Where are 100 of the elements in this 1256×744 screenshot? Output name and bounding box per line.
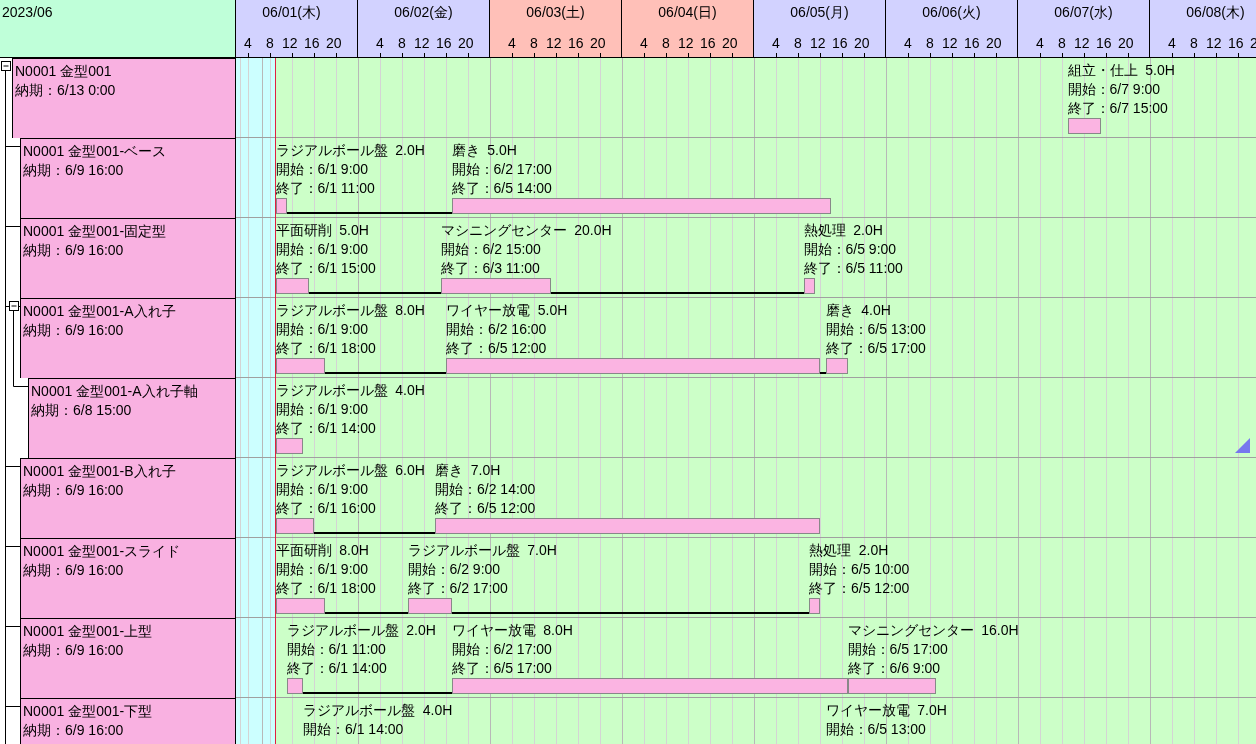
start-time: 開始：6/2 16:00 <box>446 320 548 339</box>
hour-label: 12 <box>942 35 958 51</box>
start-time: 開始：6/1 9:00 <box>275 320 370 339</box>
task-bar[interactable] <box>275 518 314 534</box>
item-name: N0001 金型001-B入れ子 <box>23 462 177 481</box>
collapse-button[interactable] <box>9 301 19 311</box>
task-bar[interactable] <box>435 518 820 534</box>
tree-node[interactable]: N0001 金型001-上型 納期：6/9 16:00 <box>20 618 236 698</box>
end-time: 終了：6/1 14:00 <box>286 659 388 678</box>
due-date: 納期：6/9 16:00 <box>23 721 125 740</box>
task-title: ラジアルボール盤 7.0H <box>407 541 557 560</box>
task-bar[interactable] <box>275 598 325 614</box>
task-title: 熱処理 2.0H <box>803 221 884 240</box>
task-bar[interactable] <box>275 278 309 294</box>
start-time: 開始：6/2 9:00 <box>407 560 502 579</box>
task-bar[interactable] <box>275 358 325 374</box>
end-time: 終了：6/2 17:00 <box>407 579 509 598</box>
hour-label: 8 <box>794 35 802 51</box>
task-title: ラジアルボール盤 8.0H <box>275 301 425 320</box>
hour-label: 4 <box>244 35 252 51</box>
task-title: ラジアルボール盤 2.0H <box>275 141 425 160</box>
hour-label: 20 <box>458 35 474 51</box>
item-name: N0001 金型001-A入れ子軸 <box>31 382 199 401</box>
date-label: 06/04(日) <box>657 4 718 22</box>
end-time: 終了：6/6 9:00 <box>847 659 942 678</box>
tree-node[interactable]: N0001 金型001-B入れ子 納期：6/9 16:00 <box>20 458 236 538</box>
end-time: 終了：6/1 15:00 <box>275 259 376 278</box>
date-label: 06/08(木) <box>1185 4 1246 22</box>
task-bar[interactable] <box>407 598 452 614</box>
hour-label: 20 <box>326 35 342 51</box>
item-name: N0001 金型001 <box>15 62 113 81</box>
tree-node[interactable]: N0001 金型001-固定型 納期：6/9 16:00 <box>20 218 236 298</box>
start-time: 開始：6/5 10:00 <box>809 560 910 579</box>
task-bar[interactable] <box>446 358 820 374</box>
hour-label: 8 <box>926 35 934 51</box>
start-time: 開始：6/5 13:00 <box>825 320 926 339</box>
tree-node[interactable]: N0001 金型001 納期：6/13 0:00 <box>12 58 236 138</box>
start-time: 開始：6/1 9:00 <box>275 480 370 499</box>
hour-label: 16 <box>832 35 848 51</box>
task-bar[interactable] <box>275 438 303 454</box>
task-bar[interactable] <box>451 198 831 214</box>
hour-label: 16 <box>568 35 584 51</box>
due-date: 納期：6/9 16:00 <box>23 321 125 340</box>
end-time: 終了：6/1 14:00 <box>275 419 377 438</box>
tree-node[interactable]: N0001 金型001-スライド 納期：6/9 16:00 <box>20 538 236 618</box>
start-time: 開始：6/1 11:00 <box>286 640 387 659</box>
end-time: 終了：6/5 11:00 <box>803 259 903 278</box>
hour-label: 20 <box>590 35 606 51</box>
task-bar[interactable] <box>1067 118 1101 134</box>
task-title: 熱処理 2.0H <box>809 541 890 560</box>
hour-label: 8 <box>398 35 406 51</box>
task-bar[interactable] <box>803 278 815 294</box>
date-label: 06/03(土) <box>525 4 586 22</box>
due-date: 納期：6/9 16:00 <box>23 481 125 500</box>
start-time: 開始：6/2 17:00 <box>451 640 553 659</box>
hour-label: 4 <box>904 35 912 51</box>
tree-node[interactable]: N0001 金型001-下型 納期：6/9 16:00 <box>20 698 236 744</box>
tree-node[interactable]: N0001 金型001-A入れ子軸 納期：6/8 15:00 <box>28 378 236 458</box>
end-time: 終了：6/1 18:00 <box>275 579 376 598</box>
start-time: 開始：6/1 9:00 <box>275 240 370 259</box>
task-bar[interactable] <box>825 358 848 374</box>
task-bar[interactable] <box>847 678 936 694</box>
hour-label: 8 <box>1190 35 1198 51</box>
collapse-button[interactable] <box>1 61 11 71</box>
hour-label: 16 <box>436 35 452 51</box>
end-time: 終了：6/1 11:00 <box>275 179 376 198</box>
start-time: 開始：6/5 13:00 <box>825 720 927 739</box>
hour-label: 12 <box>678 35 694 51</box>
task-bar[interactable] <box>451 678 848 694</box>
task-bar[interactable] <box>440 278 551 294</box>
task-bar[interactable] <box>275 198 287 214</box>
start-time: 開始：6/1 14:00 <box>303 720 405 739</box>
due-date: 納期：6/9 16:00 <box>23 561 125 580</box>
end-time: 終了：6/5 12:00 <box>435 499 536 518</box>
date-label: 06/01(木) <box>261 4 322 22</box>
task-bar[interactable] <box>286 678 303 694</box>
hour-label: 12 <box>414 35 430 51</box>
task-title: ラジアルボール盤 2.0H <box>286 621 436 640</box>
end-time: 終了：6/5 12:00 <box>446 339 548 358</box>
item-name: N0001 金型001-下型 <box>23 702 154 721</box>
task-title: ワイヤー放電 8.0H <box>451 621 573 640</box>
start-time: 開始：6/2 14:00 <box>435 480 536 499</box>
task-title: マシニングセンター 20.0H <box>440 221 612 240</box>
tree-node[interactable]: N0001 金型001-ベース 納期：6/9 16:00 <box>20 138 236 218</box>
task-title: 平面研削 5.0H <box>275 221 370 240</box>
task-title: ラジアルボール盤 4.0H <box>303 701 453 720</box>
task-bar[interactable] <box>809 598 820 614</box>
item-name: N0001 金型001-上型 <box>23 622 154 641</box>
start-time: 開始：6/5 9:00 <box>803 240 898 259</box>
hour-label: 16 <box>304 35 320 51</box>
hour-label: 20 <box>854 35 870 51</box>
item-name: N0001 金型001-固定型 <box>23 222 168 241</box>
month-label: 2023/06 <box>2 4 53 20</box>
item-name: N0001 金型001-ベース <box>23 142 168 161</box>
hour-label: 20 <box>1118 35 1134 51</box>
date-label: 06/06(火) <box>921 4 982 22</box>
start-time: 開始：6/5 17:00 <box>847 640 949 659</box>
tree-node[interactable]: N0001 金型001-A入れ子 納期：6/9 16:00 <box>20 298 236 378</box>
date-label: 06/07(水) <box>1053 4 1114 22</box>
due-date: 納期：6/8 15:00 <box>31 401 133 420</box>
